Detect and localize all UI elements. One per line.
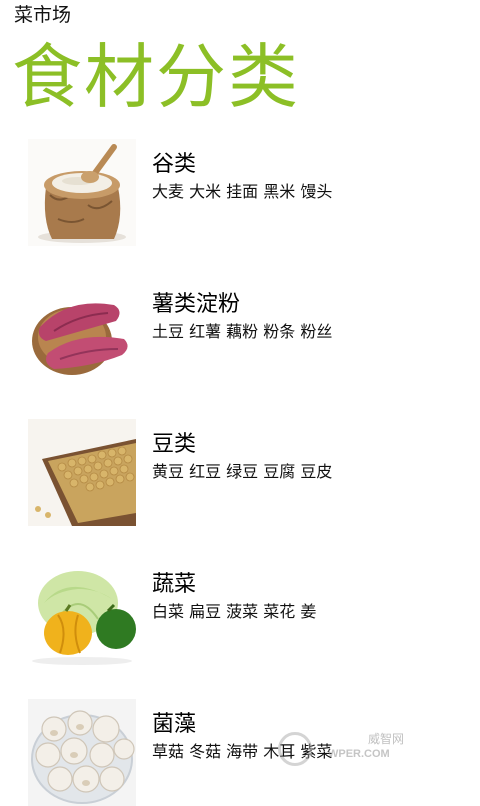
category-items: 大麦 大米 挂面 黑米 馒头 (152, 182, 333, 201)
sweet-potato-image (28, 279, 136, 386)
mushrooms-image (28, 699, 136, 806)
list-item-fungi[interactable]: 菌藻 草菇 冬菇 海带 木耳 紫菜 (0, 696, 480, 806)
category-title: 菌藻 (152, 712, 197, 737)
grain-sack-image (28, 139, 136, 246)
list-item-beans[interactable]: 豆类 黄豆 红豆 绿豆 豆腐 豆皮 (0, 416, 480, 526)
category-items: 白菜 扁豆 菠菜 菜花 姜 (152, 602, 317, 621)
category-title: 薯类淀粉 (152, 292, 241, 317)
category-title: 蔬菜 (152, 572, 197, 597)
soybeans-image (28, 419, 136, 526)
list-item-grains[interactable]: 谷类 大麦 大米 挂面 黑米 馒头 (0, 136, 480, 246)
app-title: 菜市场 (14, 4, 72, 26)
page-title: 食材分类 (12, 36, 300, 118)
category-items: 草菇 冬菇 海带 木耳 紫菜 (152, 742, 333, 761)
category-items: 黄豆 红豆 绿豆 豆腐 豆皮 (152, 462, 333, 481)
vegetables-image (28, 559, 136, 666)
category-items: 土豆 红薯 藕粉 粉条 粉丝 (152, 322, 333, 341)
list-item-tubers[interactable]: 薯类淀粉 土豆 红薯 藕粉 粉条 粉丝 (0, 276, 480, 386)
category-title: 豆类 (152, 432, 197, 457)
list-item-vegetables[interactable]: 蔬菜 白菜 扁豆 菠菜 菜花 姜 (0, 556, 480, 666)
category-title: 谷类 (152, 152, 197, 177)
